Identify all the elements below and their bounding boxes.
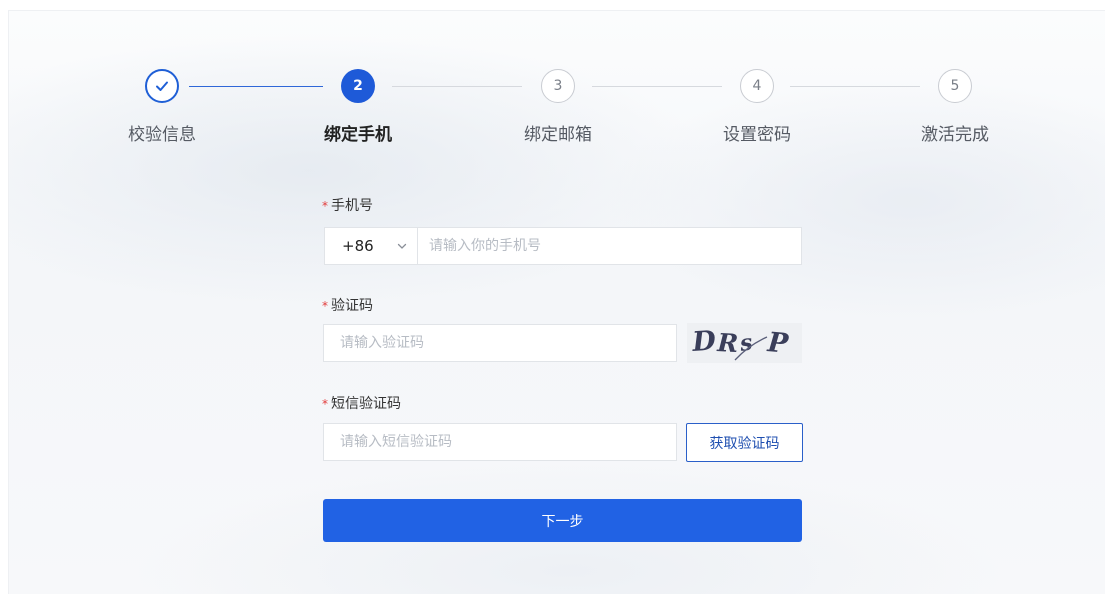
captcha-label-text: 验证码 xyxy=(331,298,373,314)
captcha-graphic: DRs P xyxy=(690,325,790,361)
phone-input-box xyxy=(417,227,802,265)
next-step-button[interactable]: 下一步 xyxy=(323,499,802,542)
step-3-circle: 3 xyxy=(541,69,575,103)
step-indicator: 2 3 4 5 校验信息 绑定手机 绑定邮箱 设置密码 激活完成 xyxy=(0,0,1105,160)
captcha-label: * 验证码 xyxy=(322,295,373,315)
step-3-label: 绑定邮箱 xyxy=(524,125,592,145)
step-connector-3 xyxy=(592,86,722,87)
sms-input-box xyxy=(323,423,677,461)
step-5-circle: 5 xyxy=(938,69,972,103)
step-1-label: 校验信息 xyxy=(128,125,196,145)
step-4-label: 设置密码 xyxy=(723,125,791,145)
step-2-circle: 2 xyxy=(341,69,375,103)
captcha-char: s xyxy=(737,329,755,357)
captcha-input-box xyxy=(323,324,677,362)
check-icon xyxy=(156,81,168,91)
captcha-char: R xyxy=(716,328,740,358)
step-1-check-icon xyxy=(145,69,179,103)
captcha-input[interactable] xyxy=(324,325,676,361)
sms-label-text: 短信验证码 xyxy=(331,396,401,412)
step-4-number: 4 xyxy=(752,78,762,94)
captcha-image[interactable]: DRs P xyxy=(687,323,802,363)
step-5-number: 5 xyxy=(950,78,960,94)
sms-code-input[interactable] xyxy=(324,424,676,460)
required-mark: * xyxy=(322,397,328,411)
phone-input[interactable] xyxy=(418,228,801,264)
required-mark: * xyxy=(322,199,328,213)
captcha-char: D xyxy=(690,325,718,358)
step-4-circle: 4 xyxy=(740,69,774,103)
step-connector-2 xyxy=(392,86,522,87)
country-code-select[interactable]: +86 xyxy=(324,227,418,265)
step-connector-4 xyxy=(790,86,920,87)
step-connector-1 xyxy=(189,86,323,87)
country-code-value: +86 xyxy=(342,237,374,255)
required-mark: * xyxy=(322,299,328,313)
step-5-label: 激活完成 xyxy=(921,125,989,145)
get-sms-code-button[interactable]: 获取验证码 xyxy=(686,423,803,462)
chevron-down-icon xyxy=(397,243,407,249)
step-2-number: 2 xyxy=(353,78,363,94)
phone-label-text: 手机号 xyxy=(331,198,373,214)
sms-label: * 短信验证码 xyxy=(322,393,401,413)
phone-label: * 手机号 xyxy=(322,195,373,215)
captcha-char: P xyxy=(765,327,790,360)
step-3-number: 3 xyxy=(553,78,563,94)
step-2-label: 绑定手机 xyxy=(324,125,392,145)
